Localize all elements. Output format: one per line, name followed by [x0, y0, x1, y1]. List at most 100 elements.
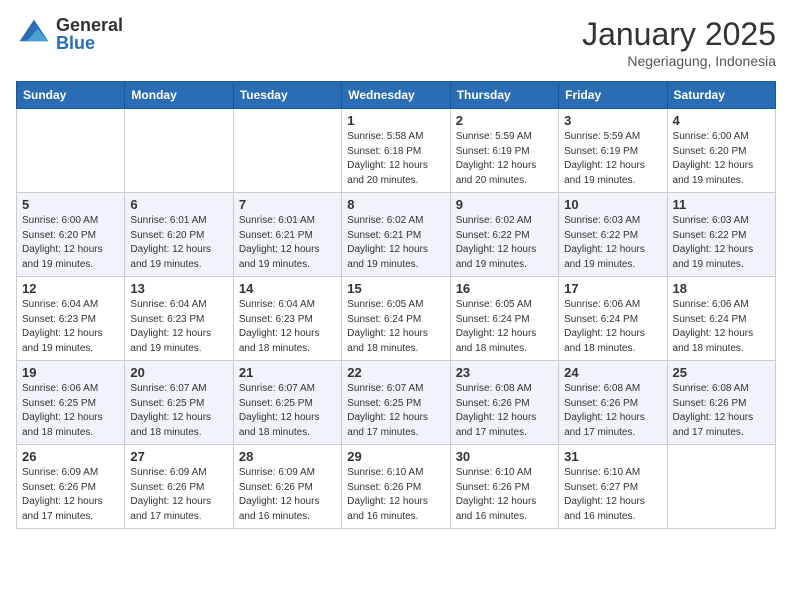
- logo-general: General: [56, 16, 123, 34]
- week-row-5: 26 Sunrise: 6:09 AM Sunset: 6:26 PM Dayli…: [17, 445, 776, 529]
- week-row-1: 1 Sunrise: 5:58 AM Sunset: 6:18 PM Daylig…: [17, 109, 776, 193]
- day-info: Sunrise: 6:09 AM Sunset: 6:26 PM Dayligh…: [130, 466, 227, 524]
- day-info: Sunrise: 6:01 AM Sunset: 6:20 PM Dayligh…: [130, 214, 227, 272]
- calendar-cell: [233, 109, 341, 193]
- calendar-cell: 16 Sunrise: 6:05 AM Sunset: 6:24 PM Dayli…: [450, 277, 558, 361]
- calendar-cell: 26 Sunrise: 6:09 AM Sunset: 6:26 PM Dayli…: [17, 445, 125, 529]
- day-info: Sunrise: 6:08 AM Sunset: 6:26 PM Dayligh…: [673, 382, 770, 440]
- calendar-cell: 12Sunrise: 6:04 AM Sunset: 6:23 PM Dayli…: [17, 277, 125, 361]
- calendar-cell: 2 Sunrise: 5:59 AM Sunset: 6:19 PM Daylig…: [450, 109, 558, 193]
- day-info: Sunrise: 6:05 AM Sunset: 6:24 PM Dayligh…: [456, 298, 553, 356]
- calendar-cell: 15Sunrise: 6:05 AM Sunset: 6:24 PM Dayli…: [342, 277, 450, 361]
- calendar-cell: 10 Sunrise: 6:03 AM Sunset: 6:22 PM Dayli…: [559, 193, 667, 277]
- calendar-cell: 11 Sunrise: 6:03 AM Sunset: 6:22 PM Dayli…: [667, 193, 775, 277]
- calendar-cell: 1 Sunrise: 5:58 AM Sunset: 6:18 PM Daylig…: [342, 109, 450, 193]
- logo-icon: [16, 16, 52, 52]
- day-number: 15: [347, 281, 444, 296]
- day-info: Sunrise: 6:08 AM Sunset: 6:26 PM Dayligh…: [456, 382, 553, 440]
- day-info: Sunrise: 6:02 AM Sunset: 6:22 PM Dayligh…: [456, 214, 553, 272]
- calendar-cell: 22Sunrise: 6:07 AM Sunset: 6:25 PM Dayli…: [342, 361, 450, 445]
- day-number: 11: [673, 197, 770, 212]
- day-info: Sunrise: 6:06 AM Sunset: 6:24 PM Dayligh…: [564, 298, 661, 356]
- calendar-cell: 19 Sunrise: 6:06 AM Sunset: 6:25 PM Dayli…: [17, 361, 125, 445]
- day-info: Sunrise: 6:09 AM Sunset: 6:26 PM Dayligh…: [22, 466, 119, 524]
- day-info: Sunrise: 6:09 AM Sunset: 6:26 PM Dayligh…: [239, 466, 336, 524]
- day-number: 1: [347, 113, 444, 128]
- calendar-header-sunday: Sunday: [17, 82, 125, 109]
- calendar-cell: 29 Sunrise: 6:10 AM Sunset: 6:26 PM Dayli…: [342, 445, 450, 529]
- day-number: 10: [564, 197, 661, 212]
- calendar-cell: 24Sunrise: 6:08 AM Sunset: 6:26 PM Dayli…: [559, 361, 667, 445]
- day-info: Sunrise: 6:01 AM Sunset: 6:21 PM Dayligh…: [239, 214, 336, 272]
- logo: General Blue: [16, 16, 123, 52]
- day-number: 23: [456, 365, 553, 380]
- day-number: 12: [22, 281, 119, 296]
- day-number: 4: [673, 113, 770, 128]
- day-number: 26: [22, 449, 119, 464]
- calendar-cell: [125, 109, 233, 193]
- title-block: January 2025 Negeriagung, Indonesia: [582, 16, 776, 69]
- calendar-cell: 25 Sunrise: 6:08 AM Sunset: 6:26 PM Dayli…: [667, 361, 775, 445]
- calendar-cell: 21Sunrise: 6:07 AM Sunset: 6:25 PM Dayli…: [233, 361, 341, 445]
- day-number: 19: [22, 365, 119, 380]
- calendar-cell: 14Sunrise: 6:04 AM Sunset: 6:23 PM Dayli…: [233, 277, 341, 361]
- day-info: Sunrise: 6:10 AM Sunset: 6:27 PM Dayligh…: [564, 466, 661, 524]
- day-number: 27: [130, 449, 227, 464]
- calendar-header-tuesday: Tuesday: [233, 82, 341, 109]
- logo-text: General Blue: [56, 16, 123, 52]
- calendar-cell: 23 Sunrise: 6:08 AM Sunset: 6:26 PM Dayli…: [450, 361, 558, 445]
- day-number: 6: [130, 197, 227, 212]
- page-header: General Blue January 2025 Negeriagung, I…: [16, 16, 776, 69]
- day-info: Sunrise: 5:59 AM Sunset: 6:19 PM Dayligh…: [456, 130, 553, 188]
- day-info: Sunrise: 5:59 AM Sunset: 6:19 PM Dayligh…: [564, 130, 661, 188]
- day-number: 7: [239, 197, 336, 212]
- logo-blue: Blue: [56, 34, 123, 52]
- day-info: Sunrise: 5:58 AM Sunset: 6:18 PM Dayligh…: [347, 130, 444, 188]
- day-info: Sunrise: 6:10 AM Sunset: 6:26 PM Dayligh…: [456, 466, 553, 524]
- calendar-cell: 9 Sunrise: 6:02 AM Sunset: 6:22 PM Daylig…: [450, 193, 558, 277]
- day-info: Sunrise: 6:10 AM Sunset: 6:26 PM Dayligh…: [347, 466, 444, 524]
- day-info: Sunrise: 6:00 AM Sunset: 6:20 PM Dayligh…: [673, 130, 770, 188]
- day-number: 31: [564, 449, 661, 464]
- calendar-header-friday: Friday: [559, 82, 667, 109]
- calendar-cell: 13Sunrise: 6:04 AM Sunset: 6:23 PM Dayli…: [125, 277, 233, 361]
- day-info: Sunrise: 6:02 AM Sunset: 6:21 PM Dayligh…: [347, 214, 444, 272]
- week-row-3: 12Sunrise: 6:04 AM Sunset: 6:23 PM Dayli…: [17, 277, 776, 361]
- day-number: 5: [22, 197, 119, 212]
- day-number: 21: [239, 365, 336, 380]
- day-number: 3: [564, 113, 661, 128]
- calendar-cell: 20Sunrise: 6:07 AM Sunset: 6:25 PM Dayli…: [125, 361, 233, 445]
- calendar-header-saturday: Saturday: [667, 82, 775, 109]
- day-number: 14: [239, 281, 336, 296]
- week-row-4: 19 Sunrise: 6:06 AM Sunset: 6:25 PM Dayli…: [17, 361, 776, 445]
- day-number: 29: [347, 449, 444, 464]
- calendar-cell: 17 Sunrise: 6:06 AM Sunset: 6:24 PM Dayli…: [559, 277, 667, 361]
- calendar-header-wednesday: Wednesday: [342, 82, 450, 109]
- day-info: Sunrise: 6:03 AM Sunset: 6:22 PM Dayligh…: [673, 214, 770, 272]
- calendar-header-thursday: Thursday: [450, 82, 558, 109]
- day-info: Sunrise: 6:06 AM Sunset: 6:25 PM Dayligh…: [22, 382, 119, 440]
- day-number: 18: [673, 281, 770, 296]
- day-info: Sunrise: 6:03 AM Sunset: 6:22 PM Dayligh…: [564, 214, 661, 272]
- calendar-cell: [17, 109, 125, 193]
- calendar-table: SundayMondayTuesdayWednesdayThursdayFrid…: [16, 81, 776, 529]
- calendar-cell: 30 Sunrise: 6:10 AM Sunset: 6:26 PM Dayli…: [450, 445, 558, 529]
- day-number: 8: [347, 197, 444, 212]
- day-info: Sunrise: 6:07 AM Sunset: 6:25 PM Dayligh…: [130, 382, 227, 440]
- calendar-cell: 6 Sunrise: 6:01 AM Sunset: 6:20 PM Daylig…: [125, 193, 233, 277]
- day-number: 9: [456, 197, 553, 212]
- calendar-cell: 7 Sunrise: 6:01 AM Sunset: 6:21 PM Daylig…: [233, 193, 341, 277]
- month-title: January 2025: [582, 16, 776, 53]
- calendar-cell: 5Sunrise: 6:00 AM Sunset: 6:20 PM Daylig…: [17, 193, 125, 277]
- calendar-cell: 18Sunrise: 6:06 AM Sunset: 6:24 PM Dayli…: [667, 277, 775, 361]
- calendar-cell: 27 Sunrise: 6:09 AM Sunset: 6:26 PM Dayli…: [125, 445, 233, 529]
- calendar-cell: 3 Sunrise: 5:59 AM Sunset: 6:19 PM Daylig…: [559, 109, 667, 193]
- day-number: 17: [564, 281, 661, 296]
- day-number: 25: [673, 365, 770, 380]
- calendar-header-monday: Monday: [125, 82, 233, 109]
- day-number: 2: [456, 113, 553, 128]
- day-number: 30: [456, 449, 553, 464]
- day-number: 16: [456, 281, 553, 296]
- calendar-header-row: SundayMondayTuesdayWednesdayThursdayFrid…: [17, 82, 776, 109]
- week-row-2: 5Sunrise: 6:00 AM Sunset: 6:20 PM Daylig…: [17, 193, 776, 277]
